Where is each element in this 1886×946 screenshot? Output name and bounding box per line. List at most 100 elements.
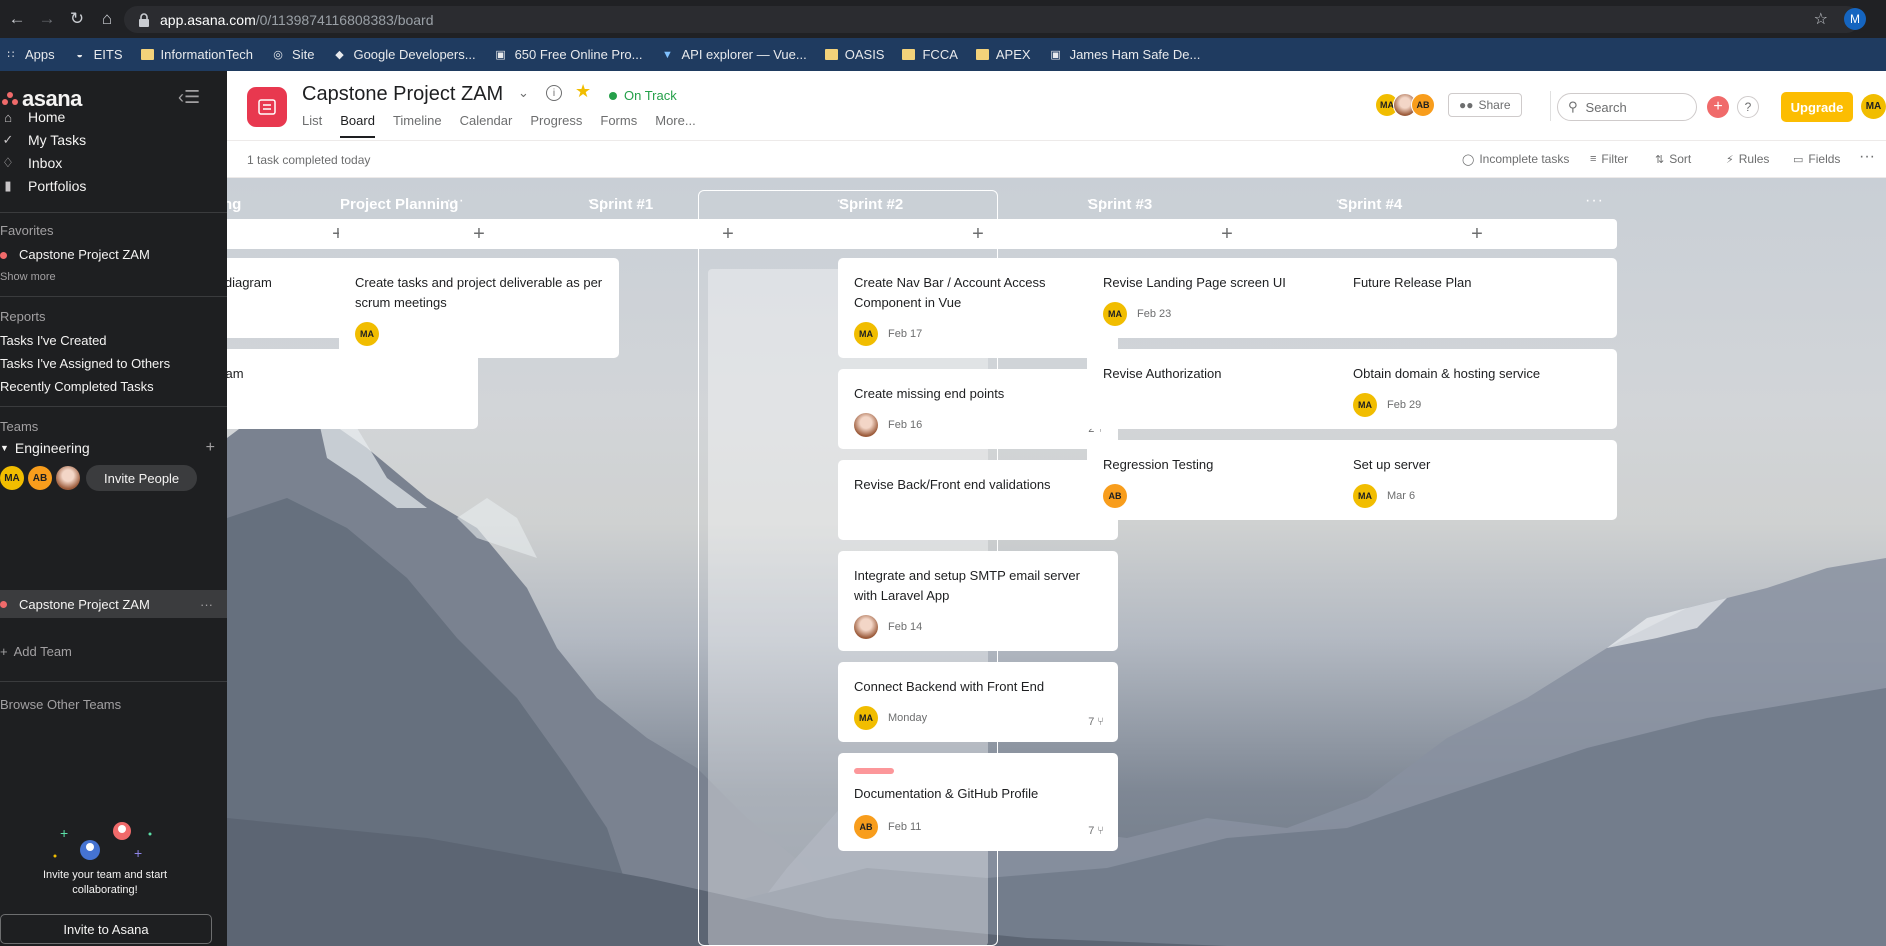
report-recently-completed[interactable]: Recently Completed Tasks (0, 379, 154, 394)
avatar[interactable]: AB (1411, 93, 1435, 117)
fields-button[interactable]: ▭ Fields (1793, 152, 1840, 166)
report-tasks-created[interactable]: Tasks I've Created (0, 333, 107, 348)
avatar[interactable]: MA (1353, 484, 1377, 508)
sidebar-item-home[interactable]: ⌂ Home (0, 109, 65, 125)
team-engineering[interactable]: ▼ Engineering + (0, 439, 215, 457)
task-card[interactable]: Create tasks and project deliverable as … (339, 258, 619, 358)
collapse-sidebar-icon[interactable]: ‹☰ (178, 87, 200, 108)
invite-people-button[interactable]: Invite People (86, 465, 198, 491)
task-card[interactable]: Connect Backend with Front End MA Monday 7 … (838, 662, 1118, 742)
tab-more[interactable]: More... (655, 113, 695, 138)
add-task-button[interactable]: + (1337, 219, 1617, 249)
add-task-button[interactable]: + (588, 219, 868, 249)
avatar[interactable]: MA (355, 322, 379, 346)
task-card[interactable]: Obtain domain & hosting service MA Feb 29 (1337, 349, 1617, 429)
bookmark-item[interactable]: FCCA (902, 47, 958, 62)
help-button[interactable]: ? (1737, 96, 1759, 118)
subtask-count[interactable]: 7 ⑂ (1088, 825, 1104, 837)
task-card[interactable]: Regression Testing AB (1087, 440, 1367, 520)
chevron-down-icon[interactable]: ⌄ (518, 85, 529, 101)
bookmark-item[interactable]: InformationTech (140, 47, 253, 62)
task-card[interactable]: gram (227, 349, 478, 429)
task-card[interactable]: Integrate and setup SMTP email server wi… (838, 551, 1118, 651)
due-date[interactable]: Feb 29 (1387, 399, 1421, 411)
tab-progress[interactable]: Progress (530, 113, 582, 138)
tab-board[interactable]: Board (340, 113, 375, 138)
sidebar-item-my-tasks[interactable]: ✓ My Tasks (0, 132, 87, 148)
home-browser-icon[interactable]: ⌂ (94, 6, 120, 32)
task-card[interactable]: Set up server MA Mar 6 (1337, 440, 1617, 520)
forward-icon[interactable]: → (34, 6, 60, 32)
project-members[interactable]: MA AB (1375, 93, 1435, 117)
avatar[interactable]: MA (1103, 302, 1127, 326)
bookmark-item[interactable]: ◆ Google Developers... (332, 47, 475, 62)
avatar[interactable]: AB (1103, 484, 1127, 508)
bookmark-item[interactable]: ▼ API explorer — Vue... (660, 47, 807, 62)
add-task-button[interactable]: + (1087, 219, 1367, 249)
browse-teams-link[interactable]: Browse Other Teams (0, 697, 121, 712)
avatar[interactable]: MA (0, 466, 24, 490)
report-tasks-assigned[interactable]: Tasks I've Assigned to Others (0, 356, 170, 371)
task-card[interactable]: Future Release Plan (1337, 258, 1617, 338)
avatar[interactable]: MA (1353, 393, 1377, 417)
avatar-photo[interactable] (56, 466, 80, 490)
add-project-icon[interactable]: + (206, 439, 215, 457)
share-button[interactable]: ●● Share (1448, 93, 1522, 117)
task-card[interactable]: Revise Authorization (1087, 349, 1367, 429)
add-task-button[interactable]: + (339, 219, 619, 249)
upgrade-button[interactable]: Upgrade (1781, 92, 1853, 122)
invite-to-asana-button[interactable]: Invite to Asana (0, 914, 212, 944)
add-team-link[interactable]: + Add Team (0, 644, 72, 659)
task-card[interactable]: Revise Landing Page screen UI MA Feb 23 (1087, 258, 1367, 338)
avatar[interactable]: AB (28, 466, 52, 490)
task-card[interactable]: Create missing end points Feb 16 2 ⑂ (838, 369, 1118, 449)
tab-list[interactable]: List (302, 113, 322, 138)
avatar[interactable]: MA (854, 706, 878, 730)
back-icon[interactable]: ← (4, 6, 30, 32)
due-date[interactable]: Monday (888, 712, 927, 724)
due-date[interactable]: Feb 14 (888, 621, 922, 633)
reload-icon[interactable]: ↻ (64, 6, 90, 32)
status-badge[interactable]: On Track (609, 88, 677, 103)
info-icon[interactable]: i (546, 85, 562, 101)
tab-calendar[interactable]: Calendar (460, 113, 513, 138)
rules-button[interactable]: ⚡ Rules (1726, 152, 1769, 166)
star-icon[interactable]: ★ (575, 81, 591, 102)
column-title[interactable]: Sprint #1 (589, 196, 653, 213)
tab-forms[interactable]: Forms (600, 113, 637, 138)
due-date[interactable]: Mar 6 (1387, 490, 1415, 502)
task-card[interactable]: Revise Back/Front end validations (838, 460, 1118, 540)
bookmark-item[interactable]: ▣ James Ham Safe De... (1049, 47, 1200, 62)
more-options-icon[interactable]: ··· (1859, 148, 1875, 166)
bookmark-item[interactable]: ◒ EITS (73, 47, 122, 62)
column-more-icon[interactable]: ··· (1585, 192, 1604, 210)
quick-add-button[interactable]: + (1707, 96, 1729, 118)
sidebar-item-inbox[interactable]: ♢ Inbox (0, 155, 62, 171)
bookmark-item[interactable]: APEX (975, 47, 1031, 62)
due-date[interactable]: Feb 11 (888, 821, 921, 833)
due-date[interactable]: Feb 23 (1137, 308, 1171, 320)
column-title[interactable]: Sprint #3 (1088, 196, 1152, 213)
sort-button[interactable]: ⇅ Sort (1655, 152, 1691, 166)
bookmark-item[interactable]: ∷ Apps (4, 47, 55, 62)
bookmark-item[interactable]: ▣ 650 Free Online Pro... (494, 47, 642, 62)
subtask-count[interactable]: 7 ⑂ (1088, 716, 1104, 728)
tab-timeline[interactable]: Timeline (393, 113, 442, 138)
column-title[interactable]: Project Planning (340, 196, 458, 213)
sidebar-item-portfolios[interactable]: ▮ Portfolios (0, 178, 86, 194)
bookmark-star-icon[interactable]: ☆ (1814, 9, 1828, 29)
column-title[interactable]: Sprint #4 (1338, 196, 1402, 213)
task-card[interactable]: Documentation & GitHub Profile AB Feb 11 7 … (838, 753, 1118, 851)
project-board-icon[interactable] (247, 87, 287, 127)
add-task-button[interactable]: + (838, 219, 1118, 249)
bookmark-item[interactable]: OASIS (824, 47, 884, 62)
avatar-photo[interactable] (854, 413, 878, 437)
address-bar[interactable]: app.asana.com/0/1139874116808383/board (124, 6, 1860, 33)
column-title[interactable]: Sprint #2 (839, 196, 903, 213)
task-card[interactable]: Create Nav Bar / Account Access Componen… (838, 258, 1118, 358)
column-title[interactable]: ng (227, 196, 241, 213)
avatar[interactable]: AB (854, 815, 878, 839)
show-more-link[interactable]: Show more (0, 271, 56, 283)
user-avatar[interactable]: MA (1861, 94, 1886, 119)
sidebar-active-project[interactable]: Capstone Project ZAM ··· (0, 590, 227, 618)
